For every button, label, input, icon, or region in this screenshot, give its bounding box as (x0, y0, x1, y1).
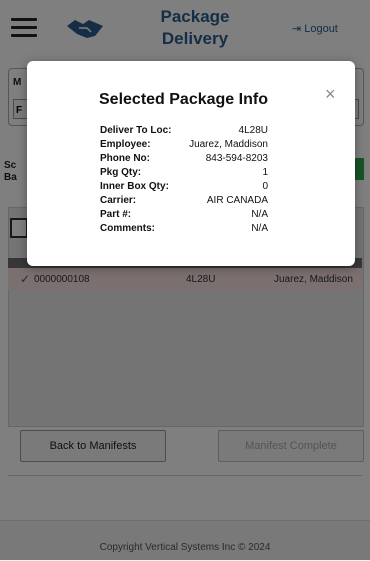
close-icon[interactable]: × (325, 85, 336, 103)
info-value: 0 (262, 181, 268, 192)
info-label: Phone No: (100, 153, 150, 164)
info-value: Juarez, Maddison (189, 139, 268, 150)
info-row-deliver-to-loc: Deliver To Loc: 4L28U (100, 125, 268, 138)
info-label: Part #: (100, 209, 132, 220)
info-value: 1 (262, 167, 268, 178)
info-label: Employee: (100, 139, 151, 150)
info-label: Pkg Qty: (100, 167, 142, 178)
info-label: Carrier: (100, 195, 137, 206)
info-row-phone: Phone No: 843-594-8203 (100, 153, 268, 166)
info-value: 843-594-8203 (205, 153, 268, 164)
info-label: Deliver To Loc: (100, 125, 172, 136)
info-row-inner-box-qty: Inner Box Qty: 0 (100, 181, 268, 194)
info-label: Inner Box Qty: (100, 181, 169, 192)
info-row-part-number: Part #: N/A (100, 209, 268, 222)
info-label: Comments: (100, 223, 156, 234)
modal-title: Selected Package Info (99, 91, 268, 108)
package-info-modal: Selected Package Info × Deliver To Loc: … (27, 61, 355, 266)
info-row-pkg-qty: Pkg Qty: 1 (100, 167, 268, 180)
info-row-comments: Comments: N/A (100, 223, 268, 236)
info-row-carrier: Carrier: AIR CANADA (100, 195, 268, 208)
info-value: N/A (251, 223, 268, 234)
info-row-employee: Employee: Juarez, Maddison (100, 139, 268, 152)
info-value: 4L28U (238, 125, 268, 136)
info-value: AIR CANADA (206, 195, 268, 206)
info-value: N/A (251, 209, 268, 220)
